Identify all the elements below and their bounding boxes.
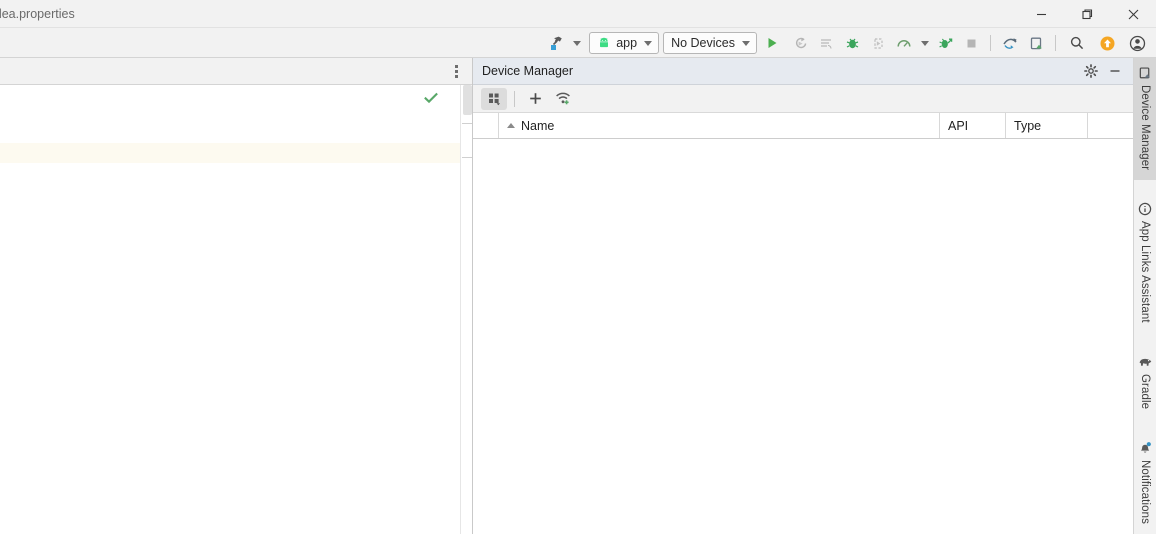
window-title: idea.properties <box>0 6 75 21</box>
android-robot-icon <box>600 37 609 48</box>
device-selector-label: No Devices <box>671 36 735 50</box>
avd-manager-button[interactable] <box>1023 30 1049 56</box>
table-column-name-label: Name <box>521 118 555 133</box>
more-options-kebab-icon[interactable] <box>448 62 464 80</box>
minimize-button[interactable] <box>1018 0 1064 28</box>
restore-button[interactable] <box>1064 0 1110 28</box>
device-manager-icon <box>1138 65 1153 80</box>
table-column-api[interactable]: API <box>940 113 1006 138</box>
hammer-build-icon[interactable] <box>543 30 569 56</box>
table-column-type-label: Type <box>1014 118 1042 133</box>
editor-content-area[interactable] <box>0 85 472 534</box>
rail-label-device-manager: Device Manager <box>1139 85 1151 171</box>
search-everywhere-button[interactable] <box>1062 30 1092 56</box>
run-button[interactable] <box>757 30 787 56</box>
chevron-down-icon <box>644 40 653 46</box>
apply-changes-button[interactable] <box>787 30 813 56</box>
rail-item-app-links-assistant[interactable]: App Links Assistant <box>1134 194 1156 333</box>
editor-panel <box>0 58 473 534</box>
chevron-down-icon <box>920 40 929 46</box>
rail-label-gradle: Gradle <box>1139 373 1151 409</box>
profiler-dropdown-icon[interactable] <box>917 30 932 56</box>
device-manager-toolbar <box>473 85 1133 113</box>
run-with-coverage-button[interactable] <box>813 30 839 56</box>
green-check-icon[interactable] <box>424 91 438 105</box>
main-toolbar: app No Devices <box>0 28 1156 58</box>
rail-item-gradle[interactable]: Gradle <box>1134 347 1156 419</box>
create-device-button[interactable] <box>522 88 548 110</box>
right-tool-rail: Device Manager App Links Assistant Gradl… <box>1133 58 1156 534</box>
device-table-header: Name API Type <box>473 113 1133 139</box>
rail-item-notifications[interactable]: Notifications <box>1134 433 1156 534</box>
main-body: Device Manager Name API Type Device Mana… <box>0 58 1156 534</box>
rail-item-device-manager[interactable]: Device Manager <box>1133 58 1156 181</box>
debug-button[interactable] <box>839 30 865 56</box>
device-selector[interactable]: No Devices <box>663 32 757 54</box>
chevron-down-icon <box>573 40 582 46</box>
window-controls <box>1018 0 1156 28</box>
build-dropdown-icon[interactable] <box>569 30 585 56</box>
gradle-elephant-icon <box>1138 354 1153 369</box>
title-bar: idea.properties <box>0 0 1156 28</box>
scrollbar-tick <box>462 123 472 124</box>
device-table-body[interactable] <box>473 139 1133 534</box>
scrollbar-thumb[interactable] <box>463 85 472 115</box>
stop-button[interactable] <box>958 30 984 56</box>
editor-tab-strip <box>0 58 472 85</box>
table-column-name[interactable]: Name <box>499 113 940 138</box>
editor-scrollbar[interactable] <box>460 85 472 534</box>
run-configuration-selector[interactable]: app <box>589 32 660 54</box>
close-button[interactable] <box>1110 0 1156 28</box>
sync-gradle-button[interactable] <box>997 30 1023 56</box>
device-manager-header: Device Manager <box>473 58 1133 85</box>
toolbar-separator <box>1055 35 1056 51</box>
toolbar-actions: app No Devices <box>543 28 1152 58</box>
device-category-button[interactable] <box>481 87 507 110</box>
sort-ascending-icon <box>507 123 515 128</box>
attach-debugger-button[interactable] <box>865 30 891 56</box>
table-column-type[interactable]: Type <box>1006 113 1088 138</box>
account-button[interactable] <box>1122 30 1152 56</box>
rail-label-notifications: Notifications <box>1139 460 1151 524</box>
profiler-button[interactable] <box>891 30 917 56</box>
caret-row-highlight <box>0 143 460 163</box>
device-toolbar-separator <box>514 90 515 107</box>
table-column-api-label: API <box>948 118 969 133</box>
device-manager-title: Device Manager <box>482 64 574 78</box>
scrollbar-tick <box>462 157 472 158</box>
chevron-down-icon <box>742 40 750 46</box>
android-studio-window: idea.properties app No Devices Device Ma… <box>0 0 1156 534</box>
hide-panel-icon[interactable] <box>1103 60 1127 82</box>
editor-text-surface[interactable] <box>0 85 460 534</box>
bell-icon <box>1138 440 1153 455</box>
update-available-button[interactable] <box>1092 30 1122 56</box>
table-column-gutter <box>473 113 499 138</box>
device-table: Name API Type <box>473 113 1133 534</box>
debug-attach-button[interactable] <box>932 30 958 56</box>
toolbar-separator <box>990 35 991 51</box>
link-circle-icon <box>1138 201 1153 216</box>
table-column-actions <box>1088 113 1133 138</box>
run-config-label: app <box>616 36 638 50</box>
device-manager-panel: Device Manager Name API Type <box>473 58 1133 534</box>
settings-gear-icon[interactable] <box>1079 60 1103 82</box>
rail-label-app-links-assistant: App Links Assistant <box>1139 221 1151 323</box>
pair-wifi-button[interactable] <box>550 88 576 110</box>
